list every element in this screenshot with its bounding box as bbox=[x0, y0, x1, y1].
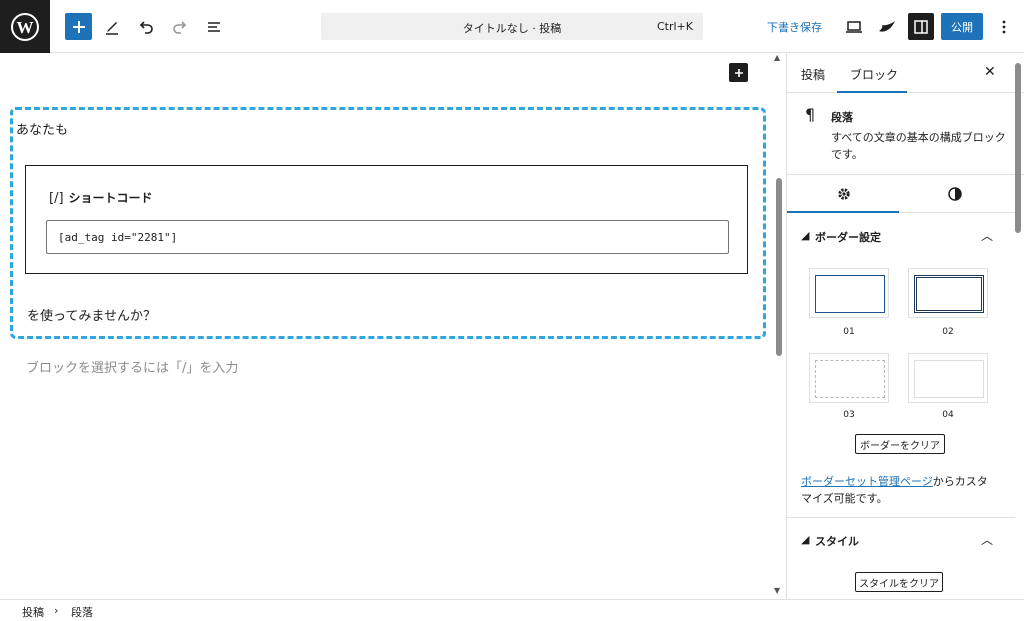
more-options-icon[interactable] bbox=[990, 13, 1018, 41]
shortcut-hint: Ctrl+K bbox=[656, 20, 693, 33]
border-set-admin-link[interactable]: ボーダーセット管理ページ bbox=[801, 475, 933, 488]
settings-sidebar: 投稿 ブロック ✕ ¶ 段落 すべての文章の基本の構成ブロックです。 ◢ ボーダ… bbox=[786, 53, 1024, 599]
preset-label: 01 bbox=[843, 327, 855, 337]
add-block-button[interactable] bbox=[65, 13, 92, 40]
border-panel-header[interactable]: ◢ ボーダー設定 ︿ bbox=[787, 215, 1015, 259]
settings-style-tabs bbox=[787, 175, 1015, 213]
paragraph-block[interactable]: あなたも bbox=[16, 119, 68, 138]
breadcrumb-item-paragraph[interactable]: 段落 bbox=[71, 604, 93, 620]
border-note: ボーダーセット管理ページからカスタマイズ可能です。 bbox=[801, 473, 997, 507]
theme-plugin-icon[interactable] bbox=[873, 13, 901, 41]
breadcrumb-item-post[interactable]: 投稿 bbox=[22, 604, 44, 620]
scroll-up-arrow-icon[interactable]: ▲ bbox=[774, 53, 780, 62]
sidebar-tabs: 投稿 ブロック ✕ bbox=[787, 53, 1024, 93]
preview-device-icon[interactable] bbox=[840, 13, 868, 41]
plugin-leaf-icon: ◢ bbox=[801, 229, 810, 242]
border-panel-title: ボーダー設定 bbox=[815, 231, 881, 244]
breadcrumb: 投稿 › 段落 bbox=[0, 599, 1024, 621]
panel-divider bbox=[787, 517, 1015, 518]
shortcode-input[interactable]: [ad_tag id="2281"] bbox=[46, 220, 729, 254]
command-palette-bar[interactable]: タイトルなし · 投稿 Ctrl+K bbox=[321, 13, 703, 40]
paragraph-icon: ¶ bbox=[805, 105, 816, 124]
paragraph-block[interactable]: を使ってみませんか？ bbox=[27, 305, 156, 324]
pencil-tools-icon[interactable] bbox=[98, 13, 126, 41]
block-name: 段落 bbox=[831, 111, 853, 124]
shortcode-label-text: ショートコード bbox=[68, 191, 153, 205]
editor-canvas: あなたも [/] ショートコード [ad_tag id="2281"] を使ってみ… bbox=[0, 53, 786, 599]
shortcode-block[interactable]: [/] ショートコード [ad_tag id="2281"] bbox=[25, 165, 748, 274]
clear-border-button[interactable]: ボーダーをクリア bbox=[855, 434, 945, 454]
chevron-up-icon: ︿ bbox=[981, 533, 994, 547]
border-preset-03[interactable] bbox=[809, 353, 889, 403]
border-preset-01[interactable] bbox=[809, 268, 889, 318]
border-preset-02[interactable] bbox=[908, 268, 988, 318]
block-description: すべての文章の基本の構成ブロックです。 bbox=[831, 131, 1006, 161]
scroll-down-arrow-icon[interactable]: ▼ bbox=[774, 586, 780, 595]
undo-icon[interactable] bbox=[132, 13, 160, 41]
inline-add-block-icon[interactable] bbox=[729, 63, 748, 82]
block-card: ¶ 段落 すべての文章の基本の構成ブロックです。 bbox=[787, 93, 1024, 175]
border-preset-04[interactable] bbox=[908, 353, 988, 403]
wordpress-logo-icon[interactable]: W bbox=[0, 0, 50, 53]
style-panel-header[interactable]: ◢ スタイル ︿ bbox=[787, 519, 1015, 563]
gear-icon[interactable] bbox=[837, 186, 851, 205]
preset-label: 04 bbox=[942, 410, 954, 420]
svg-text:W: W bbox=[17, 18, 34, 37]
clear-style-button[interactable]: スタイルをクリア bbox=[855, 572, 943, 592]
editor-scrollbar[interactable] bbox=[776, 178, 782, 356]
tab-block[interactable]: ブロック bbox=[850, 66, 898, 83]
preset-label: 02 bbox=[942, 327, 954, 337]
document-title: タイトルなし · 投稿 bbox=[462, 22, 562, 35]
document-overview-icon[interactable] bbox=[200, 13, 228, 41]
contrast-icon[interactable] bbox=[948, 186, 962, 205]
plugin-leaf-icon: ◢ bbox=[801, 533, 810, 546]
shortcode-icon: [/] bbox=[49, 191, 64, 206]
top-toolbar: W タイトルなし · 投稿 Ctrl+K 下書き保存 公開 bbox=[0, 0, 1024, 53]
close-icon[interactable]: ✕ bbox=[984, 64, 996, 80]
redo-icon[interactable] bbox=[166, 13, 194, 41]
shortcode-label: [/] ショートコード bbox=[49, 189, 153, 206]
preset-label: 03 bbox=[843, 410, 855, 420]
chevron-up-icon: ︿ bbox=[981, 229, 994, 243]
block-placeholder[interactable]: ブロックを選択するには「/」を入力 bbox=[26, 357, 238, 376]
save-draft-button[interactable]: 下書き保存 bbox=[767, 19, 822, 35]
publish-button[interactable]: 公開 bbox=[941, 13, 983, 40]
settings-sidebar-toggle-icon[interactable] bbox=[908, 13, 934, 40]
chevron-right-icon: › bbox=[54, 604, 59, 617]
tab-post[interactable]: 投稿 bbox=[801, 66, 825, 83]
sidebar-scrollbar[interactable] bbox=[1015, 63, 1021, 233]
active-subtab-indicator bbox=[787, 211, 899, 213]
style-panel-title: スタイル bbox=[815, 535, 859, 548]
